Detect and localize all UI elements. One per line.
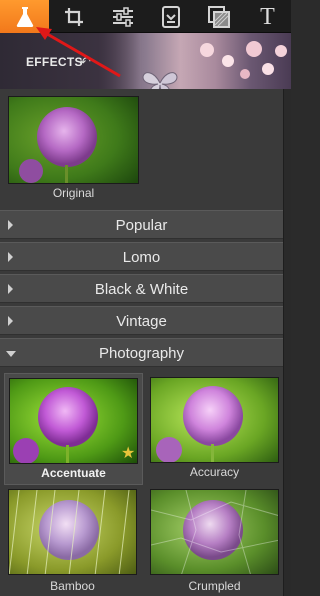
- blossom: [246, 41, 262, 57]
- frame-tab[interactable]: [146, 0, 195, 33]
- category-label: Vintage: [116, 313, 167, 330]
- category-popular[interactable]: Popular: [0, 210, 283, 239]
- category-label: Lomo: [122, 249, 161, 266]
- effect-label: Accentuate: [41, 466, 106, 480]
- category-vintage[interactable]: Vintage: [0, 306, 283, 335]
- blossom: [200, 43, 214, 57]
- texture-tab[interactable]: [194, 0, 243, 33]
- crop-icon: [64, 7, 83, 26]
- butterfly-icon: [142, 72, 178, 89]
- allium-photo: [151, 378, 278, 462]
- effect-tile-bamboo[interactable]: Bamboo: [4, 487, 143, 596]
- category-photography[interactable]: Photography: [0, 338, 283, 367]
- effect-label: Crumpled: [188, 579, 241, 593]
- sliders-icon: [112, 6, 133, 27]
- effects-tab[interactable]: [0, 0, 49, 33]
- text-tab[interactable]: T: [243, 0, 292, 33]
- category-label: Black & White: [94, 281, 189, 298]
- effects-list[interactable]: Original Popular Lomo Black & White Vint…: [0, 89, 283, 596]
- effect-label: Bamboo: [50, 579, 95, 593]
- effect-tile-crumpled[interactable]: Crumpled: [146, 487, 285, 596]
- flask-icon: [16, 6, 33, 27]
- effect-tile-accentuate[interactable]: ★ Accentuate: [4, 373, 143, 485]
- category-lomo[interactable]: Lomo: [0, 242, 283, 271]
- effect-tile-accuracy[interactable]: Accuracy: [146, 373, 285, 485]
- effects-banner: EFFECTS ↶: [0, 33, 291, 89]
- blossom: [222, 55, 234, 67]
- effects-title: EFFECTS: [26, 55, 83, 69]
- effect-thumbnail: [150, 489, 279, 575]
- text-icon: T: [260, 3, 275, 30]
- frame-icon: [161, 5, 180, 28]
- blossom: [262, 63, 274, 75]
- effect-thumbnail: [9, 378, 138, 464]
- toolbar: T: [0, 0, 291, 33]
- category-label: Photography: [98, 345, 185, 362]
- allium-photo: [151, 490, 278, 574]
- blossom: [240, 69, 250, 79]
- allium-photo: [10, 379, 137, 463]
- star-icon: ★: [121, 445, 136, 462]
- category-black-white[interactable]: Black & White: [0, 274, 283, 303]
- blossom: [275, 45, 287, 57]
- effect-thumbnail: [150, 377, 279, 463]
- effect-label: Accuracy: [189, 465, 240, 479]
- allium-photo: [9, 97, 138, 183]
- adjust-tab[interactable]: [98, 0, 147, 33]
- original-label: Original: [52, 186, 95, 200]
- effect-thumbnail: [8, 489, 137, 575]
- scrollbar[interactable]: [283, 89, 291, 596]
- original-thumbnail[interactable]: [8, 96, 139, 184]
- category-label: Popular: [115, 217, 168, 234]
- layers-icon: [207, 5, 230, 28]
- crop-tab[interactable]: [49, 0, 98, 33]
- allium-photo: [9, 490, 136, 574]
- undo-icon[interactable]: ↶: [80, 54, 91, 70]
